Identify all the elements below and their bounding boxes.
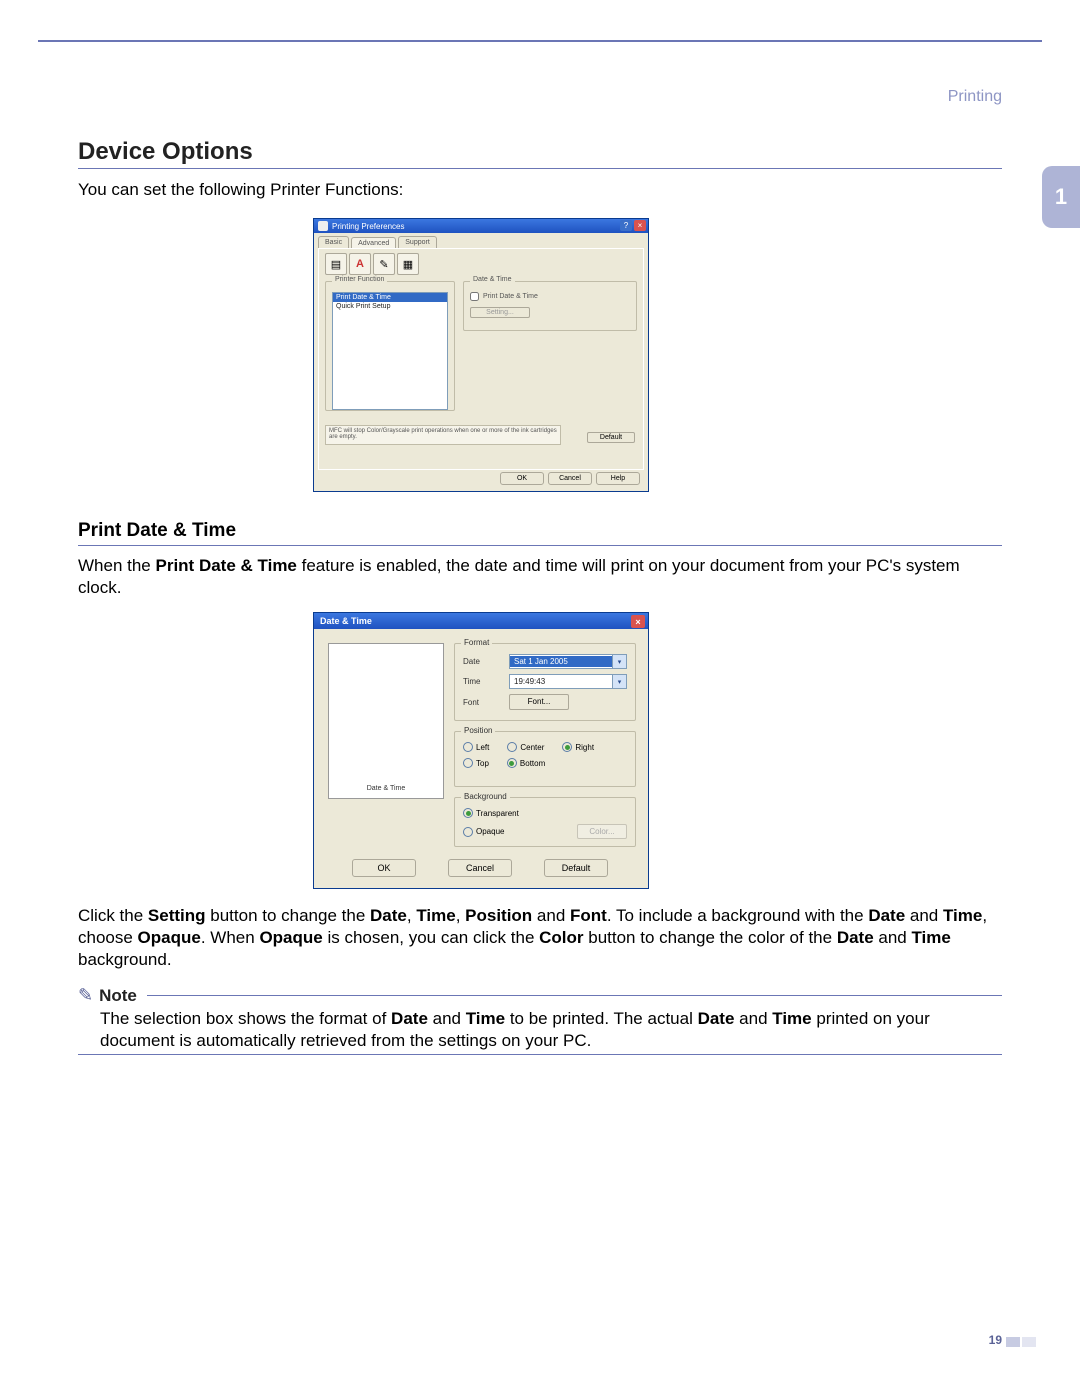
pen-icon: ✎ bbox=[379, 258, 388, 271]
radio-transparent[interactable]: Transparent bbox=[463, 808, 627, 818]
radio-icon bbox=[463, 827, 473, 837]
tab-basic[interactable]: Basic bbox=[318, 236, 349, 248]
checkbox-label: Print Date & Time bbox=[483, 293, 538, 300]
list-item[interactable]: Print Date & Time bbox=[333, 293, 447, 302]
help-icon[interactable]: ? bbox=[620, 220, 632, 231]
note-header: ✎ Note bbox=[78, 985, 1002, 1006]
dialog-title: Date & Time bbox=[320, 616, 372, 626]
date-value: Sat 1 Jan 2005 bbox=[510, 656, 612, 667]
font-button[interactable]: Font... bbox=[509, 694, 569, 710]
printer-function-label: Printer Function bbox=[332, 276, 387, 283]
color-button[interactable]: Color... bbox=[577, 824, 627, 839]
time-combobox[interactable]: 19:49:43 ▾ bbox=[509, 674, 627, 689]
dialog-titlebar: Printing Preferences ? × bbox=[314, 219, 648, 233]
radio-center[interactable]: Center bbox=[507, 742, 544, 752]
radio-left[interactable]: Left bbox=[463, 742, 489, 752]
radio-icon bbox=[463, 758, 473, 768]
background-group: Background Transparent Opaque Color... bbox=[454, 797, 636, 847]
date-time-dialog: Date & Time × Date & Time Format Date Sa… bbox=[313, 612, 649, 889]
font-label: Font bbox=[463, 698, 509, 707]
page-number: 19 bbox=[989, 1333, 1002, 1347]
cancel-button[interactable]: Cancel bbox=[548, 472, 592, 485]
radio-icon bbox=[463, 808, 473, 818]
help-button[interactable]: Help bbox=[596, 472, 640, 485]
preview-pane: Date & Time bbox=[328, 643, 444, 799]
date-time-group-label: Date & Time bbox=[470, 276, 515, 283]
dialog-titlebar: Date & Time × bbox=[314, 613, 648, 629]
subsection-title: Print Date & Time bbox=[78, 520, 236, 542]
printer-icon bbox=[318, 221, 328, 231]
note-rule bbox=[147, 995, 1002, 996]
background-group-label: Background bbox=[461, 792, 510, 801]
preview-label: Date & Time bbox=[329, 785, 443, 792]
printer-function-group: Printer Function Print Date & Time Quick… bbox=[325, 281, 455, 411]
date-combobox[interactable]: Sat 1 Jan 2005 ▾ bbox=[509, 654, 627, 669]
section-rule bbox=[78, 168, 1002, 169]
watermark-icon: ▦ bbox=[403, 258, 413, 271]
close-icon[interactable]: × bbox=[631, 615, 645, 628]
note-icon: ✎ bbox=[78, 985, 93, 1006]
cancel-button[interactable]: Cancel bbox=[448, 859, 512, 877]
close-icon[interactable]: × bbox=[634, 220, 646, 231]
chevron-down-icon[interactable]: ▾ bbox=[612, 675, 626, 688]
toolbar-btn-1[interactable]: ▤ bbox=[325, 253, 347, 275]
printer-function-list[interactable]: Print Date & Time Quick Print Setup bbox=[332, 292, 448, 410]
position-group-label: Position bbox=[461, 726, 495, 735]
printing-preferences-dialog: Printing Preferences ? × Basic Advanced … bbox=[313, 218, 649, 492]
checkbox-input[interactable] bbox=[470, 292, 479, 301]
radio-icon bbox=[562, 742, 572, 752]
section-intro: You can set the following Printer Functi… bbox=[78, 180, 403, 200]
setting-paragraph: Click the Setting button to change the D… bbox=[78, 905, 1002, 971]
dialog-title: Printing Preferences bbox=[332, 222, 404, 231]
toolbar-btn-3[interactable]: ✎ bbox=[373, 253, 395, 275]
subsection-para: When the Print Date & Time feature is en… bbox=[78, 555, 1002, 599]
format-group-label: Format bbox=[461, 638, 492, 647]
dialog-button-row: OK Cancel Help bbox=[500, 472, 640, 485]
setting-button[interactable]: Setting... bbox=[470, 307, 530, 318]
note-body: The selection box shows the format of Da… bbox=[100, 1008, 1002, 1052]
dialog-button-row: OK Cancel Default bbox=[352, 859, 608, 877]
font-icon: A bbox=[356, 258, 364, 270]
section-title: Device Options bbox=[78, 138, 253, 166]
time-value: 19:49:43 bbox=[510, 676, 612, 687]
toolbar-btn-4[interactable]: ▦ bbox=[397, 253, 419, 275]
radio-opaque[interactable]: Opaque bbox=[463, 827, 504, 837]
date-label: Date bbox=[463, 657, 509, 666]
header-category: Printing bbox=[948, 88, 1002, 106]
note-label: Note bbox=[99, 986, 137, 1006]
subsection-rule bbox=[78, 545, 1002, 546]
page-color-icon: ▤ bbox=[331, 258, 341, 271]
toolbar: ▤ A ✎ ▦ bbox=[325, 253, 419, 275]
chapter-tab: 1 bbox=[1042, 166, 1080, 228]
ok-button[interactable]: OK bbox=[500, 472, 544, 485]
tab-strip: Basic Advanced Support bbox=[314, 233, 648, 248]
radio-right[interactable]: Right bbox=[562, 742, 594, 752]
position-group: Position Left Center Right Top Bottom bbox=[454, 731, 636, 787]
radio-icon bbox=[507, 742, 517, 752]
footer-decoration bbox=[1006, 1337, 1020, 1347]
radio-icon bbox=[463, 742, 473, 752]
note-end-rule bbox=[78, 1054, 1002, 1055]
radio-bottom[interactable]: Bottom bbox=[507, 758, 545, 768]
dialog-panel: ▤ A ✎ ▦ Printer Function Print Date & Ti… bbox=[318, 248, 644, 470]
warning-note: MFC will stop Color/Grayscale print oper… bbox=[325, 425, 561, 445]
format-group: Format Date Sat 1 Jan 2005 ▾ Time 19:49:… bbox=[454, 643, 636, 721]
footer-decoration bbox=[1022, 1337, 1036, 1347]
chevron-down-icon[interactable]: ▾ bbox=[612, 655, 626, 668]
top-rule bbox=[38, 40, 1042, 42]
radio-icon bbox=[507, 758, 517, 768]
date-time-group: Date & Time Print Date & Time Setting... bbox=[463, 281, 637, 331]
default-button[interactable]: Default bbox=[587, 432, 635, 443]
ok-button[interactable]: OK bbox=[352, 859, 416, 877]
tab-support[interactable]: Support bbox=[398, 236, 437, 248]
default-button[interactable]: Default bbox=[544, 859, 608, 877]
print-date-time-checkbox[interactable]: Print Date & Time bbox=[470, 292, 630, 301]
toolbar-btn-2[interactable]: A bbox=[349, 253, 371, 275]
radio-top[interactable]: Top bbox=[463, 758, 489, 768]
list-item[interactable]: Quick Print Setup bbox=[333, 302, 447, 311]
time-label: Time bbox=[463, 677, 509, 686]
